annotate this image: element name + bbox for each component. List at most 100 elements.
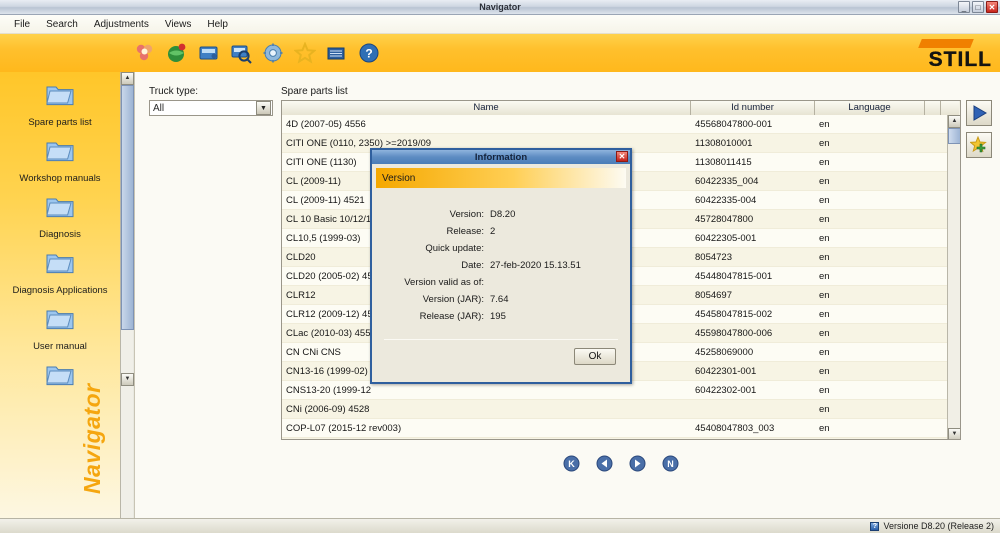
info-icon: ?: [870, 522, 879, 531]
column-header-id-number[interactable]: Id number: [691, 101, 815, 115]
last-page-button[interactable]: N: [662, 455, 679, 472]
menu-item-adjustments[interactable]: Adjustments: [86, 17, 157, 32]
cell-language: en: [815, 385, 925, 396]
star-icon[interactable]: [294, 42, 316, 64]
folder-icon: [45, 95, 75, 112]
cell-id-number: 45568047800-001: [691, 119, 815, 130]
column-header-extra-2[interactable]: [941, 101, 959, 115]
folder-icon: [45, 207, 75, 224]
globe-pin-icon[interactable]: [166, 42, 188, 64]
cell-id-number: 45448047815-001: [691, 271, 815, 282]
dialog-field-value: 2: [490, 226, 495, 237]
table-header-row: Name Id number Language: [282, 101, 960, 115]
dialog-body: Version:D8.20Release:2Quick update:Date:…: [372, 192, 630, 325]
sidebar-item-label: Workshop manuals: [0, 173, 120, 184]
run-button[interactable]: [966, 100, 992, 126]
cell-id-number: 11308011415: [691, 157, 815, 168]
help-icon[interactable]: ?: [358, 42, 380, 64]
folder-icon: [45, 319, 75, 336]
dialog-field-row: Version (JAR):7.64: [382, 291, 620, 308]
dialog-field-value: 7.64: [490, 294, 509, 305]
blue-box-icon[interactable]: [198, 42, 220, 64]
sidebar-item-label: Spare parts list: [0, 117, 120, 128]
dialog-footer: Ok: [372, 340, 630, 365]
window-titlebar: Navigator _ □ ✕: [0, 0, 1000, 15]
maximize-button[interactable]: □: [972, 1, 984, 13]
sidebar-scroll-thumb[interactable]: [121, 85, 134, 330]
next-page-button[interactable]: [629, 455, 646, 472]
column-header-language[interactable]: Language: [815, 101, 925, 115]
add-favorite-button[interactable]: [966, 132, 992, 158]
sidebar-scroll-up-button[interactable]: ▲: [121, 72, 134, 85]
sidebar-item-diagnosis[interactable]: Diagnosis: [0, 184, 120, 240]
menu-item-views[interactable]: Views: [157, 17, 200, 32]
close-button[interactable]: ✕: [986, 1, 998, 13]
navigator-app-window: Navigator _ □ ✕ File Search Adjustments …: [0, 0, 1000, 533]
sidebar-item-label: User manual: [0, 341, 120, 352]
dialog-field-row: Quick update:: [382, 240, 620, 257]
dialog-field-label: Version valid as of:: [382, 277, 490, 288]
table-scrollbar[interactable]: ▲ ▼: [947, 115, 960, 440]
sidebar-item-workshop-manuals[interactable]: Workshop manuals: [0, 128, 120, 184]
first-page-button[interactable]: K: [563, 455, 580, 472]
sidebar-item-user-manual[interactable]: User manual: [0, 296, 120, 352]
sidebar: Spare parts list Workshop manuals Diagno…: [0, 72, 120, 518]
window-title: Navigator: [0, 0, 1000, 15]
column-header-extra-1[interactable]: [925, 101, 941, 115]
sidebar-scrollbar[interactable]: ▲ ▼: [120, 72, 133, 518]
table-row[interactable]: COP20-H10 (2015-01) 1060-106145398047803…: [282, 438, 960, 440]
flower-icon[interactable]: [134, 42, 156, 64]
folder-icon: [45, 151, 75, 168]
status-version-text: Versione D8.20 (Release 2): [883, 521, 994, 531]
cell-id-number: 60422302-001: [691, 385, 815, 396]
cell-name: 4D (2007-05) 4556: [282, 119, 691, 130]
dialog-field-value: 27-feb-2020 15.13.51: [490, 260, 581, 271]
table-scroll-down-button[interactable]: ▼: [948, 428, 961, 440]
table-scroll-up-button[interactable]: ▲: [948, 115, 961, 128]
column-header-name[interactable]: Name: [282, 101, 691, 115]
cell-language: en: [815, 214, 925, 225]
sidebar-scroll-down-button[interactable]: ▼: [121, 373, 134, 386]
cell-name: CITI ONE (0110, 2350) >=2019/09: [282, 138, 691, 149]
dialog-field-row: Date:27-feb-2020 15.13.51: [382, 257, 620, 274]
cell-id-number: 45728047800: [691, 214, 815, 225]
previous-page-button[interactable]: [596, 455, 613, 472]
folder-icon: [45, 263, 75, 280]
cell-name: CNi (2006-09) 4528: [282, 404, 691, 415]
sidebar-item-diagnosis-applications[interactable]: Diagnosis Applications: [0, 240, 120, 296]
menu-item-search[interactable]: Search: [38, 17, 86, 32]
still-logo-text: STILL: [929, 48, 992, 72]
table-row[interactable]: COP-L07 (2015-12 rev003)45408047803_003e…: [282, 419, 960, 438]
dialog-close-button[interactable]: ✕: [616, 151, 628, 162]
cell-id-number: 45258069000: [691, 347, 815, 358]
table-row[interactable]: 4D (2007-05) 455645568047800-001en: [282, 115, 960, 134]
dialog-ok-button[interactable]: Ok: [574, 348, 616, 365]
documents-icon[interactable]: [326, 42, 348, 64]
dialog-field-row: Release:2: [382, 223, 620, 240]
menubar: File Search Adjustments Views Help: [0, 15, 1000, 34]
cell-language: en: [815, 119, 925, 130]
cell-id-number: 60422305-001: [691, 233, 815, 244]
window-controls: _ □ ✕: [958, 1, 998, 13]
folder-icon: [45, 375, 75, 392]
sidebar-item-spare-parts-list[interactable]: Spare parts list: [0, 72, 120, 128]
pagination-controls: K N: [281, 450, 961, 476]
gear-icon[interactable]: [262, 42, 284, 64]
cell-language: en: [815, 176, 925, 187]
menu-item-help[interactable]: Help: [199, 17, 236, 32]
toolbar-icon-group: ?: [134, 42, 380, 64]
dialog-title: Information: [372, 152, 630, 163]
dialog-field-label: Date:: [382, 260, 490, 271]
truck-type-label: Truck type:: [149, 86, 198, 97]
truck-type-select[interactable]: All ▼: [149, 100, 273, 116]
dialog-field-label: Version (JAR):: [382, 294, 490, 305]
chevron-down-icon[interactable]: ▼: [256, 101, 271, 115]
dialog-field-row: Version:D8.20: [382, 206, 620, 223]
minimize-button[interactable]: _: [958, 1, 970, 13]
table-scroll-thumb[interactable]: [948, 128, 961, 144]
menu-item-file[interactable]: File: [6, 17, 38, 32]
search-box-icon[interactable]: [230, 42, 252, 64]
table-row[interactable]: CNi (2006-09) 4528en: [282, 400, 960, 419]
dialog-titlebar: Information ✕: [372, 150, 630, 164]
sidebar-item-label: Diagnosis: [0, 229, 120, 240]
